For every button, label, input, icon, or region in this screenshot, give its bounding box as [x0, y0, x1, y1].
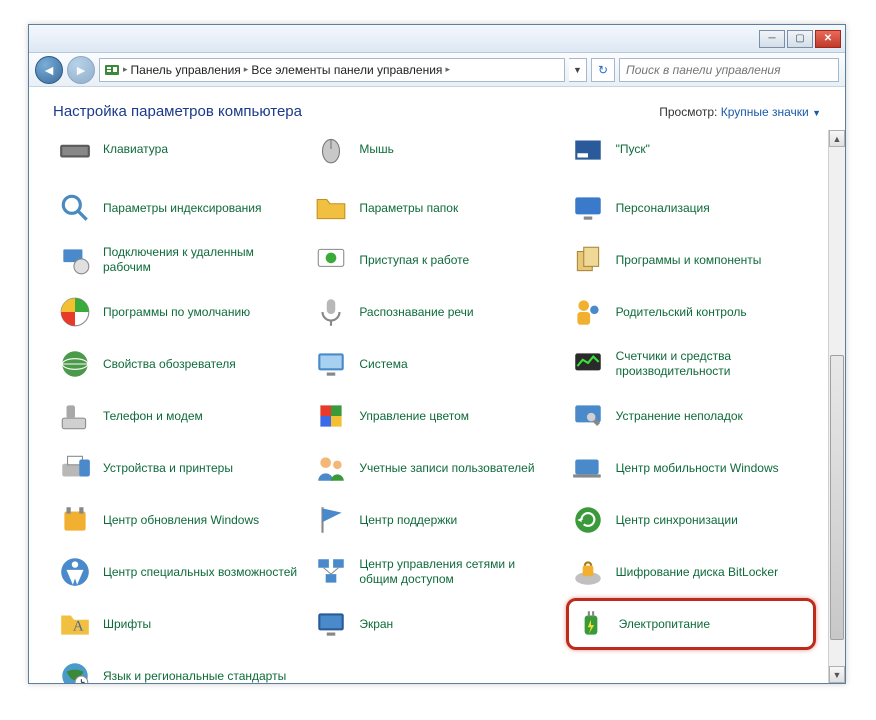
close-button[interactable]: ✕ — [815, 30, 841, 48]
explorer-window: ─ ▢ ✕ ◄ ► ▸ Панель управления ▸ Все элем… — [28, 24, 846, 684]
keyboard-icon — [57, 131, 93, 167]
update-icon — [57, 502, 93, 538]
breadcrumb-current[interactable]: Все элементы панели управления — [251, 63, 442, 77]
cp-item-devices[interactable]: Устройства и принтеры — [53, 442, 303, 494]
wrench-icon — [570, 398, 606, 434]
chevron-down-icon: ▼ — [812, 108, 821, 118]
back-button[interactable]: ◄ — [35, 56, 63, 84]
cp-item-keyboard[interactable]: Клавиатура — [53, 130, 303, 182]
parental-icon — [570, 294, 606, 330]
getting-started-icon — [313, 242, 349, 278]
view-mode: Просмотр: Крупные значки ▼ — [659, 105, 821, 119]
start-menu-icon — [570, 131, 606, 167]
scroll-down-button[interactable]: ▼ — [829, 666, 845, 683]
cp-item-network[interactable]: Центр управления сетями и общим доступом — [309, 546, 559, 598]
cp-item-internet[interactable]: Свойства обозревателя — [53, 338, 303, 390]
cp-item-parental[interactable]: Родительский контроль — [566, 286, 816, 338]
sync-icon — [570, 502, 606, 538]
color-icon — [313, 398, 349, 434]
breadcrumb-root[interactable]: Панель управления — [131, 63, 241, 77]
cp-item-performance[interactable]: Счетчики и средства производительности — [566, 338, 816, 390]
cp-item-display[interactable]: Экран — [309, 598, 559, 650]
search-icon — [57, 190, 93, 226]
chevron-right-icon: ▸ — [123, 64, 128, 75]
cp-item-action-center[interactable]: Центр поддержки — [309, 494, 559, 546]
globe-icon — [57, 346, 93, 382]
cp-item-start[interactable]: "Пуск" — [566, 130, 816, 182]
search-input[interactable] — [619, 58, 839, 82]
cp-item-region[interactable]: Язык и региональные стандарты — [53, 650, 303, 683]
navbar: ◄ ► ▸ Панель управления ▸ Все элементы п… — [29, 53, 845, 87]
cp-item-remote[interactable]: Подключения к удаленным рабочим — [53, 234, 303, 286]
content-area: Клавиатура Мышь "Пуск" Параметры индекси… — [29, 130, 845, 683]
flag-icon — [313, 502, 349, 538]
mobility-icon — [570, 450, 606, 486]
cp-item-default-programs[interactable]: Программы по умолчанию — [53, 286, 303, 338]
power-icon — [573, 606, 609, 642]
folder-icon — [313, 190, 349, 226]
cp-item-sync[interactable]: Центр синхронизации — [566, 494, 816, 546]
refresh-icon: ↻ — [598, 63, 608, 77]
address-bar[interactable]: ▸ Панель управления ▸ Все элементы панел… — [99, 58, 565, 82]
forward-button[interactable]: ► — [67, 56, 95, 84]
cp-item-update[interactable]: Центр обновления Windows — [53, 494, 303, 546]
scroll-thumb[interactable] — [830, 355, 844, 640]
microphone-icon — [313, 294, 349, 330]
printer-icon — [57, 450, 93, 486]
performance-icon — [570, 346, 606, 382]
cp-item-personalization[interactable]: Персонализация — [566, 182, 816, 234]
cp-item-system[interactable]: Система — [309, 338, 559, 390]
cp-item-accessibility[interactable]: Центр специальных возможностей — [53, 546, 303, 598]
arrow-right-icon: ► — [74, 62, 88, 78]
region-icon — [57, 658, 93, 683]
cp-item-programs[interactable]: Программы и компоненты — [566, 234, 816, 286]
cp-item-indexing[interactable]: Параметры индексирования — [53, 182, 303, 234]
users-icon — [313, 450, 349, 486]
phone-icon — [57, 398, 93, 434]
page-header: Настройка параметров компьютера Просмотр… — [29, 87, 845, 130]
cp-item-bitlocker[interactable]: Шифрование диска BitLocker — [566, 546, 816, 598]
mouse-icon — [313, 131, 349, 167]
network-icon — [313, 554, 349, 590]
system-icon — [313, 346, 349, 382]
cp-item-color[interactable]: Управление цветом — [309, 390, 559, 442]
arrow-left-icon: ◄ — [42, 62, 56, 78]
breadcrumb-icon — [104, 62, 120, 78]
chevron-right-icon: ▸ — [244, 64, 249, 75]
cp-item-fonts[interactable]: A Шрифты — [53, 598, 303, 650]
page-title: Настройка параметров компьютера — [53, 103, 302, 120]
cp-item-troubleshoot[interactable]: Устранение неполадок — [566, 390, 816, 442]
chevron-right-icon: ▸ — [445, 64, 450, 75]
accessibility-icon — [57, 554, 93, 590]
address-dropdown[interactable]: ▼ — [569, 58, 587, 82]
cp-item-speech[interactable]: Распознавание речи — [309, 286, 559, 338]
fonts-icon: A — [57, 606, 93, 642]
cp-item-phone[interactable]: Телефон и модем — [53, 390, 303, 442]
svg-text:A: A — [73, 618, 84, 634]
scroll-track[interactable] — [829, 147, 845, 666]
scroll-up-button[interactable]: ▲ — [829, 130, 845, 147]
cp-item-getting-started[interactable]: Приступая к работе — [309, 234, 559, 286]
refresh-button[interactable]: ↻ — [591, 58, 615, 82]
lock-icon — [570, 554, 606, 590]
cp-item-mouse[interactable]: Мышь — [309, 130, 559, 182]
minimize-button[interactable]: ─ — [759, 30, 785, 48]
titlebar: ─ ▢ ✕ — [29, 25, 845, 53]
view-label: Просмотр: — [659, 105, 717, 119]
vertical-scrollbar[interactable]: ▲ ▼ — [828, 130, 845, 683]
display-icon — [313, 606, 349, 642]
monitor-icon — [570, 190, 606, 226]
cp-item-power[interactable]: Электропитание — [566, 598, 816, 650]
cp-item-users[interactable]: Учетные записи пользователей — [309, 442, 559, 494]
view-mode-link[interactable]: Крупные значки ▼ — [721, 105, 821, 119]
maximize-button[interactable]: ▢ — [787, 30, 813, 48]
remote-icon — [57, 242, 93, 278]
cp-item-mobility[interactable]: Центр мобильности Windows — [566, 442, 816, 494]
cp-item-folder-options[interactable]: Параметры папок — [309, 182, 559, 234]
programs-icon — [570, 242, 606, 278]
items-grid: Клавиатура Мышь "Пуск" Параметры индекси… — [29, 130, 828, 683]
default-programs-icon — [57, 294, 93, 330]
